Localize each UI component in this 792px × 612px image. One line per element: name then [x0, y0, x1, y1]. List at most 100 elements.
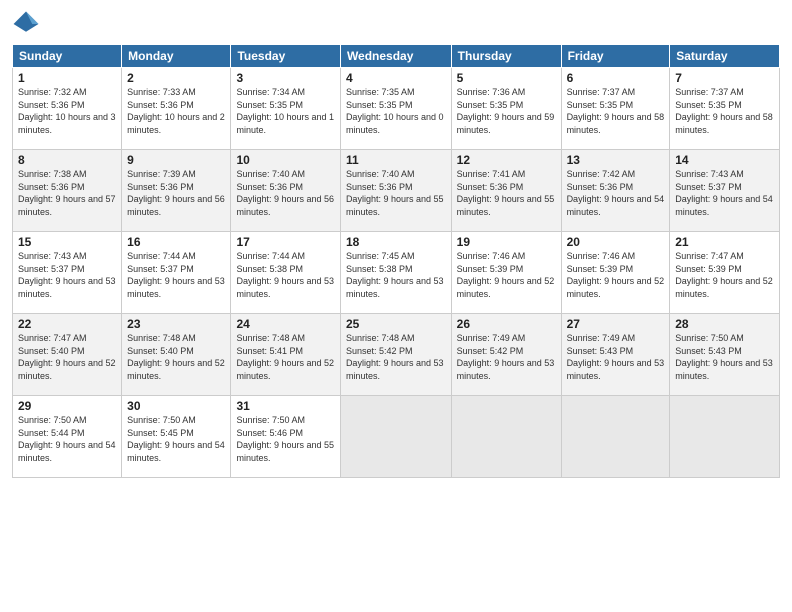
table-row: 4 Sunrise: 7:35 AM Sunset: 5:35 PM Dayli… [340, 68, 451, 150]
daylight: Daylight: 9 hours and 52 minutes. [236, 358, 334, 381]
table-row: 31 Sunrise: 7:50 AM Sunset: 5:46 PM Dayl… [231, 396, 340, 478]
day-info: Sunrise: 7:37 AM Sunset: 5:35 PM Dayligh… [567, 86, 665, 136]
header [12, 10, 780, 38]
table-row: 26 Sunrise: 7:49 AM Sunset: 5:42 PM Dayl… [451, 314, 561, 396]
daylight: Daylight: 9 hours and 58 minutes. [567, 112, 665, 135]
sunset: Sunset: 5:40 PM [18, 346, 85, 356]
daylight: Daylight: 9 hours and 56 minutes. [127, 194, 225, 217]
sunset: Sunset: 5:39 PM [457, 264, 524, 274]
table-row: 21 Sunrise: 7:47 AM Sunset: 5:39 PM Dayl… [670, 232, 780, 314]
day-info: Sunrise: 7:46 AM Sunset: 5:39 PM Dayligh… [457, 250, 556, 300]
sunset: Sunset: 5:44 PM [18, 428, 85, 438]
day-number: 27 [567, 317, 665, 331]
sunset: Sunset: 5:43 PM [567, 346, 634, 356]
sunrise: Sunrise: 7:42 AM [567, 169, 636, 179]
sunset: Sunset: 5:43 PM [675, 346, 742, 356]
day-info: Sunrise: 7:45 AM Sunset: 5:38 PM Dayligh… [346, 250, 446, 300]
sunset: Sunset: 5:36 PM [236, 182, 303, 192]
sunset: Sunset: 5:36 PM [457, 182, 524, 192]
table-row: 20 Sunrise: 7:46 AM Sunset: 5:39 PM Dayl… [561, 232, 670, 314]
day-number: 13 [567, 153, 665, 167]
day-number: 6 [567, 71, 665, 85]
daylight: Daylight: 9 hours and 53 minutes. [457, 358, 555, 381]
page: Sunday Monday Tuesday Wednesday Thursday… [0, 0, 792, 612]
table-row: 29 Sunrise: 7:50 AM Sunset: 5:44 PM Dayl… [13, 396, 122, 478]
day-info: Sunrise: 7:48 AM Sunset: 5:42 PM Dayligh… [346, 332, 446, 382]
sunrise: Sunrise: 7:49 AM [567, 333, 636, 343]
sunset: Sunset: 5:39 PM [567, 264, 634, 274]
table-row: 13 Sunrise: 7:42 AM Sunset: 5:36 PM Dayl… [561, 150, 670, 232]
table-row: 12 Sunrise: 7:41 AM Sunset: 5:36 PM Dayl… [451, 150, 561, 232]
day-info: Sunrise: 7:44 AM Sunset: 5:38 PM Dayligh… [236, 250, 334, 300]
day-number: 18 [346, 235, 446, 249]
calendar-week-row: 29 Sunrise: 7:50 AM Sunset: 5:44 PM Dayl… [13, 396, 780, 478]
sunrise: Sunrise: 7:37 AM [567, 87, 636, 97]
sunset: Sunset: 5:36 PM [567, 182, 634, 192]
daylight: Daylight: 9 hours and 58 minutes. [675, 112, 773, 135]
day-number: 17 [236, 235, 334, 249]
day-number: 3 [236, 71, 334, 85]
table-row: 10 Sunrise: 7:40 AM Sunset: 5:36 PM Dayl… [231, 150, 340, 232]
table-row [670, 396, 780, 478]
col-thursday: Thursday [451, 45, 561, 68]
sunset: Sunset: 5:40 PM [127, 346, 194, 356]
day-info: Sunrise: 7:39 AM Sunset: 5:36 PM Dayligh… [127, 168, 225, 218]
day-number: 30 [127, 399, 225, 413]
table-row: 8 Sunrise: 7:38 AM Sunset: 5:36 PM Dayli… [13, 150, 122, 232]
sunset: Sunset: 5:36 PM [127, 100, 194, 110]
day-number: 20 [567, 235, 665, 249]
day-info: Sunrise: 7:49 AM Sunset: 5:42 PM Dayligh… [457, 332, 556, 382]
day-info: Sunrise: 7:32 AM Sunset: 5:36 PM Dayligh… [18, 86, 116, 136]
sunrise: Sunrise: 7:49 AM [457, 333, 526, 343]
table-row: 9 Sunrise: 7:39 AM Sunset: 5:36 PM Dayli… [122, 150, 231, 232]
sunrise: Sunrise: 7:33 AM [127, 87, 196, 97]
calendar-week-row: 8 Sunrise: 7:38 AM Sunset: 5:36 PM Dayli… [13, 150, 780, 232]
daylight: Daylight: 9 hours and 54 minutes. [675, 194, 773, 217]
sunset: Sunset: 5:46 PM [236, 428, 303, 438]
sunset: Sunset: 5:36 PM [346, 182, 413, 192]
sunset: Sunset: 5:35 PM [346, 100, 413, 110]
sunset: Sunset: 5:42 PM [346, 346, 413, 356]
sunset: Sunset: 5:39 PM [675, 264, 742, 274]
table-row: 28 Sunrise: 7:50 AM Sunset: 5:43 PM Dayl… [670, 314, 780, 396]
sunrise: Sunrise: 7:34 AM [236, 87, 305, 97]
sunrise: Sunrise: 7:35 AM [346, 87, 415, 97]
day-info: Sunrise: 7:40 AM Sunset: 5:36 PM Dayligh… [236, 168, 334, 218]
day-info: Sunrise: 7:48 AM Sunset: 5:40 PM Dayligh… [127, 332, 225, 382]
table-row [340, 396, 451, 478]
logo-icon [12, 10, 40, 38]
table-row: 5 Sunrise: 7:36 AM Sunset: 5:35 PM Dayli… [451, 68, 561, 150]
day-number: 5 [457, 71, 556, 85]
sunrise: Sunrise: 7:48 AM [127, 333, 196, 343]
sunrise: Sunrise: 7:47 AM [18, 333, 87, 343]
day-info: Sunrise: 7:33 AM Sunset: 5:36 PM Dayligh… [127, 86, 225, 136]
day-number: 15 [18, 235, 116, 249]
day-number: 29 [18, 399, 116, 413]
table-row: 15 Sunrise: 7:43 AM Sunset: 5:37 PM Dayl… [13, 232, 122, 314]
sunrise: Sunrise: 7:38 AM [18, 169, 87, 179]
day-number: 25 [346, 317, 446, 331]
daylight: Daylight: 9 hours and 59 minutes. [457, 112, 555, 135]
sunset: Sunset: 5:37 PM [675, 182, 742, 192]
daylight: Daylight: 9 hours and 55 minutes. [457, 194, 555, 217]
daylight: Daylight: 9 hours and 53 minutes. [236, 276, 334, 299]
sunrise: Sunrise: 7:50 AM [675, 333, 744, 343]
sunrise: Sunrise: 7:50 AM [18, 415, 87, 425]
table-row: 14 Sunrise: 7:43 AM Sunset: 5:37 PM Dayl… [670, 150, 780, 232]
col-wednesday: Wednesday [340, 45, 451, 68]
day-number: 1 [18, 71, 116, 85]
sunset: Sunset: 5:36 PM [18, 182, 85, 192]
sunrise: Sunrise: 7:45 AM [346, 251, 415, 261]
day-info: Sunrise: 7:34 AM Sunset: 5:35 PM Dayligh… [236, 86, 334, 136]
calendar-week-row: 22 Sunrise: 7:47 AM Sunset: 5:40 PM Dayl… [13, 314, 780, 396]
sunrise: Sunrise: 7:40 AM [346, 169, 415, 179]
day-info: Sunrise: 7:48 AM Sunset: 5:41 PM Dayligh… [236, 332, 334, 382]
day-info: Sunrise: 7:49 AM Sunset: 5:43 PM Dayligh… [567, 332, 665, 382]
daylight: Daylight: 9 hours and 54 minutes. [127, 440, 225, 463]
daylight: Daylight: 9 hours and 53 minutes. [567, 358, 665, 381]
day-info: Sunrise: 7:47 AM Sunset: 5:40 PM Dayligh… [18, 332, 116, 382]
day-info: Sunrise: 7:36 AM Sunset: 5:35 PM Dayligh… [457, 86, 556, 136]
day-number: 2 [127, 71, 225, 85]
day-number: 11 [346, 153, 446, 167]
daylight: Daylight: 9 hours and 55 minutes. [346, 194, 444, 217]
